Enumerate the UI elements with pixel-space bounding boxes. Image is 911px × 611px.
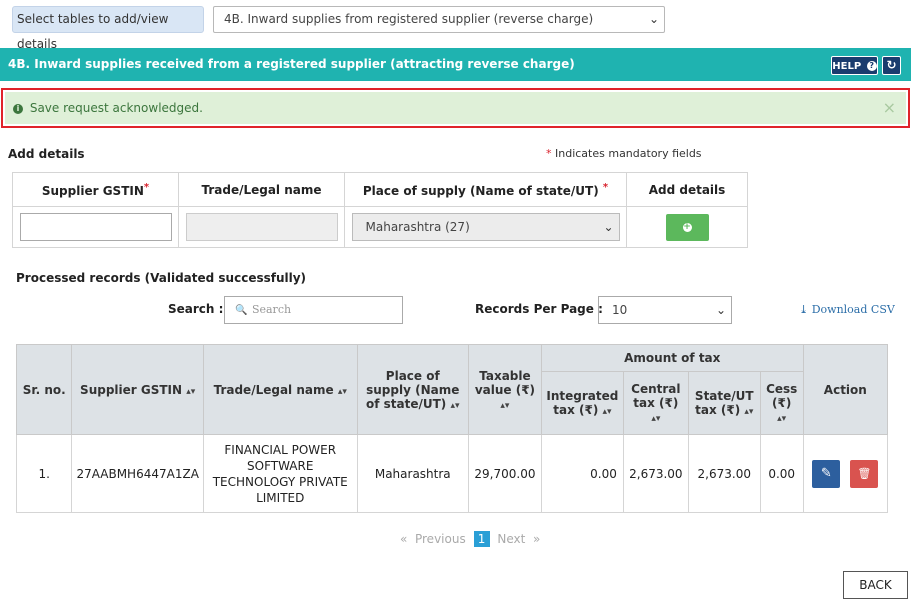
pagination: « Previous 1 Next » [400, 531, 540, 547]
edit-button[interactable]: ✎ [812, 459, 841, 488]
help-button[interactable]: HELP ? [831, 56, 878, 75]
sort-icon[interactable]: ▴▾ [186, 387, 195, 397]
chevron-down-icon: ⌄ [715, 303, 726, 317]
sort-icon[interactable]: ▴▾ [500, 401, 509, 411]
help-label: HELP [832, 61, 862, 72]
download-csv-link[interactable]: ⤓ Download CSV [799, 303, 895, 316]
chevron-down-icon: ⌄ [648, 12, 659, 26]
sort-icon[interactable]: ▴▾ [651, 414, 660, 424]
col-place-of-supply: Place of supply (Name of state/UT) * [344, 172, 627, 207]
info-icon: i [13, 103, 23, 114]
col-trade-name-label: Trade/Legal name [213, 382, 334, 397]
search-icon: 🔍 [235, 305, 248, 316]
add-details-table: Supplier GSTIN* Trade/Legal name Place o… [12, 172, 748, 248]
cell-central-tax: 2,673.00 [622, 434, 689, 513]
col-state-ut-tax[interactable]: State/UT tax (₹) ▴▾ [687, 371, 761, 435]
col-central-tax[interactable]: Central tax (₹) ▴▾ [622, 371, 689, 435]
sort-icon[interactable]: ▴▾ [450, 401, 459, 411]
cell-supplier-gstin: 27AABMH6447A1ZA [71, 434, 204, 513]
cell-integrated-tax: 0.00 [540, 434, 624, 513]
col-place-of-supply[interactable]: Place of supply (Name of state/UT) ▴▾ [356, 344, 469, 435]
required-star: * [546, 147, 552, 160]
download-csv-label: Download CSV [811, 303, 895, 316]
first-page-icon[interactable]: « [400, 532, 407, 546]
mandatory-note-text: Indicates mandatory fields [555, 147, 702, 160]
required-star: * [602, 181, 609, 193]
section-header: 4B. Inward supplies received from a regi… [0, 48, 911, 81]
col-cess-label: Cess (₹) [766, 382, 798, 410]
close-icon[interactable]: × [883, 92, 896, 124]
cell-trade-name: FINANCIAL POWER SOFTWARE TECHNOLOGY PRIV… [202, 434, 358, 513]
alert-message: Save request acknowledged. [29, 101, 203, 115]
question-icon: ? [866, 61, 877, 71]
delete-button[interactable]: 🗑 [850, 459, 879, 488]
cell-taxable-value: 29,700.00 [467, 434, 542, 513]
supplier-gstin-input[interactable] [19, 213, 172, 241]
table-selector-value: 4B. Inward supplies from registered supp… [224, 12, 594, 26]
cell-state-ut-tax: 2,673.00 [687, 434, 761, 513]
chevron-down-icon: ⌄ [603, 220, 614, 234]
sort-icon[interactable]: ▴▾ [744, 407, 753, 417]
sort-icon[interactable]: ▴▾ [777, 414, 786, 424]
plus-icon: + [682, 221, 692, 232]
col-central-tax-label: Central tax (₹) [631, 382, 681, 410]
trade-name-input [185, 213, 338, 241]
cell-cess: 0.00 [759, 434, 804, 513]
success-alert: i Save request acknowledged. × [1, 88, 910, 128]
col-supplier-gstin-label: Supplier GSTIN [80, 382, 183, 397]
col-action: Action [802, 344, 889, 435]
records-per-page-select[interactable]: 10 ⌄ [598, 296, 732, 324]
search-label: Search : [168, 302, 224, 316]
table-row: 1. 27AABMH6447A1ZA FINANCIAL POWER SOFTW… [15, 434, 889, 513]
add-details-title: Add details [8, 147, 85, 161]
previous-page-link[interactable]: Previous [415, 532, 466, 546]
col-trade-name: Trade/Legal name [178, 172, 345, 207]
sort-icon[interactable]: ▴▾ [603, 407, 612, 417]
col-amount-of-tax: Amount of tax [540, 344, 804, 372]
sort-icon[interactable]: ▴▾ [338, 387, 347, 397]
col-taxable-value-label: Taxable value (₹) [474, 368, 536, 397]
col-place-of-supply-label: Place of supply (Name of state/UT) [365, 368, 460, 411]
required-star: * [143, 181, 150, 193]
col-integrated-tax[interactable]: Integrated tax (₹) ▴▾ [540, 371, 624, 435]
col-sr-no: Sr. no. [15, 344, 73, 435]
pencil-icon: ✎ [820, 465, 832, 481]
place-of-supply-select[interactable]: Maharashtra (27) ⌄ [351, 213, 620, 241]
col-place-of-supply-label: Place of supply (Name of state/UT) [362, 183, 599, 198]
col-taxable-value[interactable]: Taxable value (₹) ▴▾ [467, 344, 542, 435]
col-supplier-gstin[interactable]: Supplier GSTIN ▴▾ [71, 344, 204, 435]
col-trade-name[interactable]: Trade/Legal name ▴▾ [202, 344, 358, 435]
add-button[interactable]: + [665, 213, 709, 241]
trash-icon: 🗑 [857, 466, 872, 480]
mandatory-note: * Indicates mandatory fields [546, 147, 702, 160]
refresh-icon: ↻ [886, 58, 897, 72]
section-title: 4B. Inward supplies received from a regi… [8, 57, 575, 71]
search-placeholder: Search [251, 303, 292, 316]
records-per-page-value: 10 [612, 303, 628, 317]
col-cess[interactable]: Cess (₹) ▴▾ [759, 371, 804, 435]
back-button[interactable]: BACK [843, 571, 908, 599]
col-supplier-gstin-label: Supplier GSTIN [41, 183, 144, 198]
table-selector-dropdown[interactable]: 4B. Inward supplies from registered supp… [213, 6, 665, 33]
current-page[interactable]: 1 [473, 531, 490, 547]
processed-records-title: Processed records (Validated successfull… [16, 271, 307, 285]
place-of-supply-value: Maharashtra (27) [365, 220, 470, 234]
cell-sr-no: 1. [15, 434, 73, 513]
col-supplier-gstin: Supplier GSTIN* [12, 172, 179, 207]
processed-records-table: Sr. no. Supplier GSTIN ▴▾ Trade/Legal na… [15, 344, 889, 513]
records-per-page-label: Records Per Page : [475, 302, 603, 316]
search-input[interactable]: 🔍 Search [224, 296, 403, 324]
table-selector-label: Select tables to add/view details [12, 6, 204, 51]
last-page-icon[interactable]: » [533, 532, 540, 546]
cell-action: ✎ 🗑 [802, 434, 889, 513]
refresh-button[interactable]: ↻ [882, 56, 901, 75]
next-page-link[interactable]: Next [497, 532, 525, 546]
download-icon: ⤓ [799, 303, 809, 316]
cell-place-of-supply: Maharashtra [356, 434, 469, 513]
col-add-details: Add details [626, 172, 748, 207]
